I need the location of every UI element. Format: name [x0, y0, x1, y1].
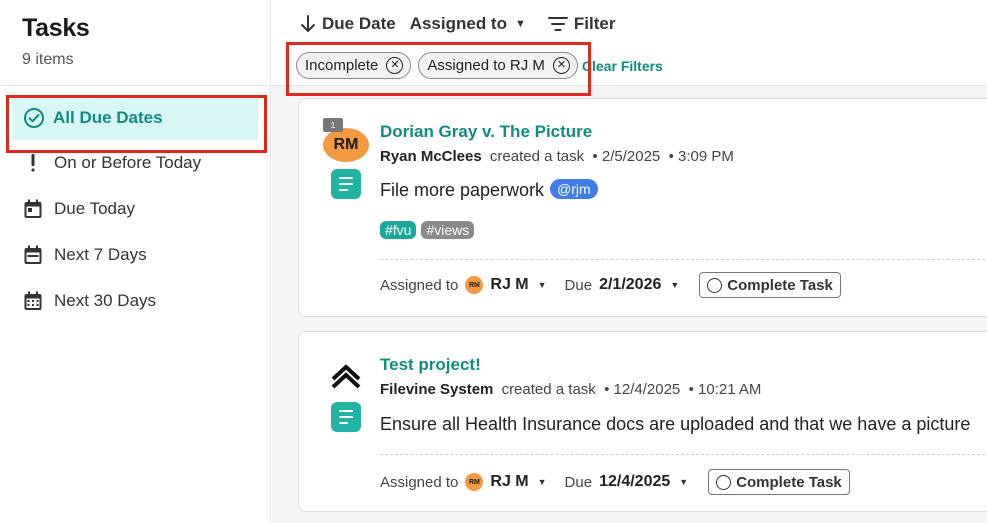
project-link[interactable]: Test project!: [380, 355, 481, 375]
assignee-avatar: RM: [465, 276, 484, 294]
meta-separator: •: [599, 381, 614, 398]
task-card: RM 1 Dorian Gray v. The Picture Ryan McC…: [298, 98, 987, 317]
chevron-down-icon: ▼: [514, 18, 526, 30]
action-text: created a task: [501, 381, 596, 398]
sidebar-item-label: Next 7 Days: [54, 245, 147, 264]
filter-chip-incomplete[interactable]: Incomplete ✕: [296, 52, 412, 79]
task-footer: Assigned to RM RJ M ▼ Due 12/4/2025 ▼ Co…: [380, 469, 850, 495]
complete-label: Complete Task: [727, 276, 833, 294]
exclamation-icon: [22, 152, 44, 174]
sidebar: Tasks 9 items All Due Dates On or Before…: [0, 0, 271, 523]
check-circle-icon: [23, 107, 45, 129]
filter-label: Filter: [573, 14, 616, 33]
chip-label: Incomplete: [305, 57, 379, 74]
due-label: Due: [564, 473, 593, 491]
chevron-down-icon[interactable]: ▼: [538, 477, 547, 487]
filter-icon: [547, 16, 568, 32]
meta-separator: •: [684, 381, 699, 398]
sort-due-date-button[interactable]: Due Date: [300, 14, 396, 34]
created-date: 2/5/2025: [601, 148, 661, 165]
main-panel: Due Date Assigned to ▼ Filter Incomplete…: [272, 0, 987, 523]
filter-button[interactable]: Filter: [547, 14, 616, 34]
assignee-avatar: RM: [465, 473, 484, 491]
task-meta: Ryan McClees created a task • 2/5/2025 •…: [380, 148, 734, 165]
close-icon[interactable]: ✕: [552, 57, 570, 74]
tag-fvu[interactable]: #fvu: [380, 221, 417, 239]
mention-badge[interactable]: @rjm: [550, 179, 598, 199]
page-title: Tasks: [22, 14, 90, 42]
meta-separator: •: [588, 148, 602, 165]
chevron-down-icon[interactable]: ▼: [538, 280, 547, 290]
assignee-name[interactable]: RJ M: [490, 473, 528, 491]
tag-list: #fvu #views: [380, 221, 479, 239]
chip-label: Assigned to RJ M: [427, 57, 545, 74]
task-document-icon: [331, 402, 361, 432]
project-link[interactable]: Dorian Gray v. The Picture: [380, 122, 592, 142]
item-count: 9 items: [22, 51, 74, 68]
assigned-to-dropdown[interactable]: Assigned to ▼: [410, 14, 526, 34]
description-text: File more paperwork: [380, 180, 545, 200]
toolbar: Due Date Assigned to ▼ Filter Incomplete…: [272, 0, 987, 86]
sidebar-item-on-or-before-today[interactable]: On or Before Today: [0, 140, 270, 186]
assigned-to-label: Assigned to: [380, 473, 459, 491]
calendar-day-icon: [22, 198, 44, 220]
task-description: Ensure all Health Insurance docs are upl…: [380, 414, 971, 434]
complete-task-button[interactable]: Complete Task: [699, 272, 841, 298]
circle-icon: [707, 277, 723, 293]
sidebar-header: Tasks 9 items: [0, 0, 270, 86]
sidebar-item-all-due-dates[interactable]: All Due Dates: [12, 96, 258, 140]
calendar-week-icon: [22, 244, 44, 266]
created-time: 10:21 AM: [698, 381, 762, 398]
due-label: Due: [564, 276, 593, 294]
author-name: Filevine System: [380, 381, 494, 398]
sidebar-item-label: Next 30 Days: [54, 291, 157, 310]
avatar-initials: RM: [323, 128, 369, 162]
complete-task-button[interactable]: Complete Task: [708, 469, 850, 495]
task-description: File more paperwork @rjm: [380, 179, 598, 201]
arrow-down-icon: [300, 15, 316, 33]
assignee-name[interactable]: RJ M: [490, 276, 528, 294]
active-filters: Incomplete ✕ Assigned to RJ M ✕ Clear Fi…: [296, 52, 663, 79]
divider: [380, 259, 987, 260]
sidebar-item-next-30-days[interactable]: Next 30 Days: [0, 278, 270, 324]
sidebar-item-label: Due Today: [54, 199, 135, 218]
filter-chip-assigned[interactable]: Assigned to RJ M ✕: [418, 52, 578, 79]
sidebar-item-label: On or Before Today: [54, 153, 202, 172]
assigned-label: Assigned to: [409, 14, 507, 33]
calendar-month-icon: [22, 290, 44, 312]
filevine-logo: [325, 352, 367, 394]
task-footer: Assigned to RM RJ M ▼ Due 2/1/2026 ▼ Com…: [380, 272, 841, 298]
due-date[interactable]: 2/1/2026: [599, 276, 661, 294]
task-card: Test project! Filevine System created a …: [298, 331, 987, 512]
sidebar-item-next-7-days[interactable]: Next 7 Days: [0, 232, 270, 278]
sidebar-item-label: All Due Dates: [53, 108, 163, 127]
comment-count-badge: 1: [323, 118, 343, 132]
created-date: 12/4/2025: [613, 381, 681, 398]
divider: [380, 454, 987, 455]
author-name: Ryan McClees: [380, 148, 482, 165]
complete-label: Complete Task: [736, 473, 842, 491]
tag-views[interactable]: #views: [421, 221, 475, 239]
close-icon[interactable]: ✕: [386, 57, 404, 74]
created-time: 3:09 PM: [678, 148, 734, 165]
action-text: created a task: [489, 148, 585, 165]
meta-separator: •: [664, 148, 679, 165]
sidebar-nav: All Due Dates On or Before Today Due Tod…: [0, 86, 270, 324]
task-document-icon: [331, 169, 361, 199]
clear-filters-link[interactable]: Clear Filters: [582, 58, 663, 74]
assigned-to-label: Assigned to: [380, 276, 459, 294]
chevron-down-icon[interactable]: ▼: [679, 477, 688, 487]
sort-label: Due Date: [322, 14, 396, 33]
chevron-down-icon[interactable]: ▼: [670, 280, 679, 290]
sidebar-item-due-today[interactable]: Due Today: [0, 186, 270, 232]
avatar: RM 1: [323, 118, 369, 164]
circle-icon: [716, 474, 732, 490]
task-meta: Filevine System created a task • 12/4/20…: [380, 381, 761, 398]
due-date[interactable]: 12/4/2025: [599, 473, 670, 491]
